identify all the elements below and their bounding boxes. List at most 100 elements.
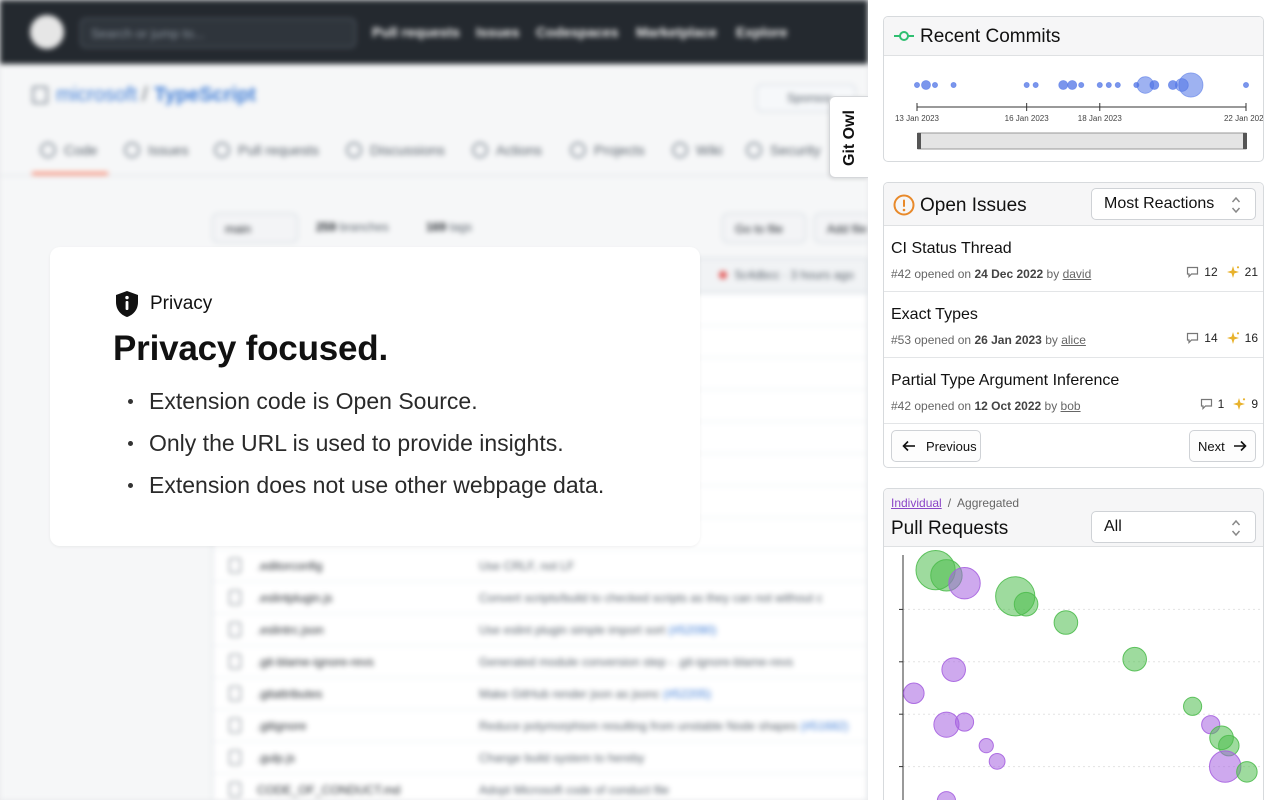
file-commit-message[interactable]: Reduce polymorphism resulting from unsta…	[479, 719, 849, 733]
commit-dot[interactable]	[932, 81, 939, 88]
commits-timeline-chart[interactable]: 13 Jan 2023 16 Jan 2023 18 Jan 2023 22 Jan …	[884, 56, 1264, 162]
file-row[interactable]: .eslintplugin.js Convert scripts/build to…	[213, 581, 868, 613]
commits-brush-handle-right[interactable]	[1243, 133, 1247, 149]
repo-tab-projects[interactable]: Projects	[570, 142, 645, 158]
pr-bubble[interactable]	[1236, 761, 1258, 783]
issue-title[interactable]: CI Status Thread	[891, 240, 1012, 258]
commit-dot[interactable]	[1096, 81, 1103, 88]
file-name[interactable]: .git-blame-ignore-revs	[257, 655, 374, 669]
commits-range-brush[interactable]	[917, 132, 1247, 150]
nav-issues[interactable]: Issues	[476, 24, 520, 40]
repo-tab-security[interactable]: Security	[746, 142, 821, 158]
pull-requests-bubble-chart[interactable]	[884, 547, 1264, 800]
issue-title[interactable]: Partial Type Argument Inference	[891, 372, 1119, 390]
file-name[interactable]: .gitattributes	[257, 687, 322, 701]
file-commit-message[interactable]: Make GitHub render json as jsonc (#52205…	[479, 687, 711, 701]
github-logo-icon[interactable]	[30, 15, 64, 49]
file-commit-message[interactable]: Convert scripts/build to checked scripts…	[479, 591, 823, 605]
commit-dot[interactable]	[950, 81, 957, 88]
repo-tab-pull-requests[interactable]: Pull requests	[214, 142, 319, 158]
tab-individual[interactable]: Individual	[891, 496, 942, 510]
file-row[interactable]: .eslintrc.json Use eslint plugin simple i…	[213, 613, 868, 645]
commit-dot[interactable]	[1078, 81, 1085, 88]
tab-aggregated[interactable]: Aggregated	[957, 496, 1019, 510]
next-page-button[interactable]: Next	[1189, 430, 1256, 462]
pr-bubble[interactable]	[941, 657, 966, 682]
file-commit-pr-link[interactable]: (#52205)	[663, 687, 711, 701]
commit-dot[interactable]	[1058, 80, 1069, 90]
file-commit-pr-link[interactable]: (#52090)	[668, 623, 716, 637]
nav-codespaces[interactable]: Codespaces	[536, 24, 618, 40]
file-commit-pr-link[interactable]: (#51682)	[801, 719, 849, 733]
git-owl-toggle-tab[interactable]: Git Owl	[829, 96, 868, 178]
file-row[interactable]: .gitignore Reduce polymorphism resulting …	[213, 709, 868, 741]
file-commit-message[interactable]: Change build system to hereby	[479, 751, 644, 765]
pr-bubble[interactable]	[978, 738, 994, 754]
commit-dot[interactable]	[1114, 81, 1121, 88]
file-row[interactable]: .gitattributes Make GitHub render json as…	[213, 677, 868, 709]
file-name[interactable]: .eslintrc.json	[257, 623, 324, 637]
issue-author-link[interactable]: david	[1063, 267, 1092, 281]
commit-dot[interactable]	[1067, 80, 1078, 90]
file-name[interactable]: .gitignore	[257, 719, 306, 733]
issue-row[interactable]: CI Status Thread #42 opened on 24 Dec 20…	[884, 226, 1263, 292]
commit-dot[interactable]	[1105, 81, 1112, 88]
pr-bubble[interactable]	[1053, 610, 1079, 635]
file-row[interactable]: .gulp.js Change build system to hereby	[213, 741, 868, 773]
github-search-input[interactable]: Search or jump to...	[80, 18, 356, 48]
pr-bubble[interactable]	[933, 711, 960, 738]
pr-bubble[interactable]	[903, 682, 925, 704]
file-commit-message[interactable]: Generated module conversion step - .git-…	[479, 655, 793, 669]
commit-dot[interactable]	[1032, 81, 1039, 88]
repo-tab-issues[interactable]: Issues	[124, 142, 188, 158]
file-commit-message[interactable]: Use CRLF, not LF	[479, 559, 574, 573]
previous-page-button[interactable]: Previous	[891, 430, 981, 462]
commit-dot[interactable]	[913, 81, 920, 88]
file-name[interactable]: CODE_OF_CONDUCT.md	[257, 783, 400, 797]
pr-bubble[interactable]	[1122, 646, 1147, 672]
file-name[interactable]: .eslintplugin.js	[257, 591, 332, 605]
commits-brush-handle-left[interactable]	[917, 133, 921, 149]
branch-selector[interactable]: main	[212, 213, 298, 243]
pr-filter-select[interactable]: All	[1091, 511, 1256, 543]
pr-bubble[interactable]	[1013, 591, 1039, 617]
pr-bubble[interactable]	[988, 752, 1006, 770]
pr-bubble[interactable]	[954, 712, 975, 732]
pr-bubble[interactable]	[936, 791, 956, 800]
repo-owner-link[interactable]: microsoft	[56, 84, 137, 107]
commit-dot[interactable]	[1149, 80, 1160, 90]
file-commit-message[interactable]: Use eslint plugin simple import sort (#5…	[479, 623, 716, 637]
add-file-button[interactable]: Add file	[814, 213, 868, 243]
issue-author-link[interactable]: alice	[1061, 333, 1086, 347]
repo-name-link[interactable]: TypeScript	[154, 84, 256, 107]
pr-bubble[interactable]	[948, 567, 981, 600]
issues-sort-select[interactable]: Most Reactions	[1091, 188, 1256, 220]
repo-tab-actions[interactable]: Actions	[472, 142, 542, 158]
file-name[interactable]: .gulp.js	[257, 751, 295, 765]
branches-link[interactable]: 259 branches	[316, 220, 389, 234]
repo-tab-code[interactable]: Code	[40, 142, 97, 158]
file-row[interactable]: CODE_OF_CONDUCT.md Adopt Microsoft code o…	[213, 773, 868, 800]
commit-dot[interactable]	[921, 80, 931, 90]
pr-bubble[interactable]	[1183, 696, 1203, 716]
repo-tab-discussions[interactable]: Discussions	[346, 142, 445, 158]
commit-dot[interactable]	[1242, 81, 1249, 88]
issue-row[interactable]: Partial Type Argument Inference #42 open…	[884, 358, 1263, 424]
commit-dot[interactable]	[1023, 81, 1030, 88]
file-row[interactable]: .editorconfig Use CRLF, not LF	[213, 549, 868, 581]
nav-marketplace[interactable]: Marketplace	[636, 24, 717, 40]
pr-bubble[interactable]	[1208, 750, 1242, 783]
nav-pull-requests[interactable]: Pull requests	[372, 24, 460, 40]
file-commit-message[interactable]: Adopt Microsoft code of conduct file	[479, 783, 669, 797]
issue-stats: 12 21	[1186, 265, 1258, 279]
issue-row[interactable]: Exact Types #53 opened on 26 Jan 2023 by…	[884, 292, 1263, 358]
tags-link[interactable]: 169 tags	[426, 220, 472, 234]
repo-tab-wiki[interactable]: Wiki	[672, 142, 722, 158]
issue-title[interactable]: Exact Types	[891, 306, 978, 324]
file-name[interactable]: .editorconfig	[257, 559, 322, 573]
nav-explore[interactable]: Explore	[736, 24, 787, 40]
go-to-file-button[interactable]: Go to file	[722, 213, 806, 243]
commit-dot[interactable]	[1178, 72, 1204, 98]
issue-author-link[interactable]: bob	[1061, 399, 1081, 413]
file-row[interactable]: .git-blame-ignore-revs Generated module c…	[213, 645, 868, 677]
